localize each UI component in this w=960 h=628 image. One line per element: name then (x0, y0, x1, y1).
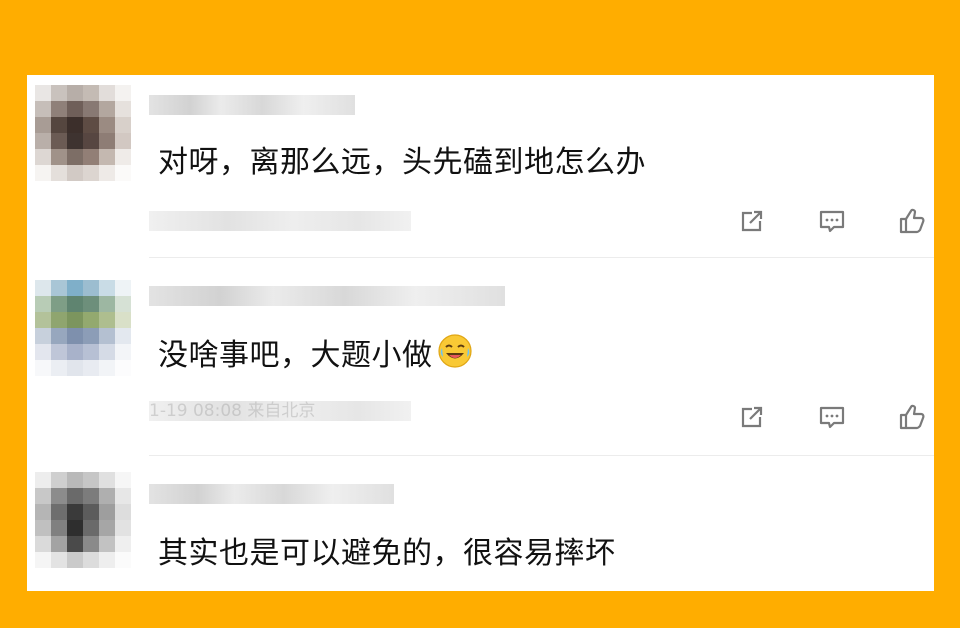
comment-text: 对呀，离那么远，头先磕到地怎么办 (158, 145, 646, 180)
comment-item: 没啥事吧，大题小做 1-19 08:08 来自北京 (27, 258, 934, 456)
share-icon[interactable] (732, 201, 772, 241)
laughing-crying-emoji (437, 333, 473, 377)
username-blurred[interactable] (149, 484, 394, 504)
avatar[interactable] (35, 472, 131, 568)
comment-actions (732, 201, 932, 241)
comment-item: 对呀，离那么远，头先磕到地怎么办 (27, 75, 934, 258)
comment-text-content: 没啥事吧，大题小做 (158, 338, 433, 373)
avatar[interactable] (35, 280, 131, 376)
share-icon[interactable] (732, 397, 772, 437)
comment-icon[interactable] (812, 201, 852, 241)
comment-item: 其实也是可以避免的，很容易摔坏 (27, 456, 934, 591)
username-blurred[interactable] (149, 95, 355, 115)
comment-meta: 1-19 08:08 来自北京 (149, 401, 411, 421)
comment-text: 没啥事吧，大题小做 (158, 330, 473, 377)
comment-icon[interactable] (812, 397, 852, 437)
username-blurred[interactable] (149, 286, 505, 306)
thumbs-up-icon[interactable] (892, 201, 932, 241)
comment-actions (732, 397, 932, 437)
comment-text: 其实也是可以避免的，很容易摔坏 (158, 536, 616, 571)
thumbs-up-icon[interactable] (892, 397, 932, 437)
comment-meta (149, 211, 411, 231)
comment-card: 对呀，离那么远，头先磕到地怎么办 没啥事吧，大题小做 1-19 08:08 来自… (27, 75, 934, 591)
avatar[interactable] (35, 85, 131, 181)
